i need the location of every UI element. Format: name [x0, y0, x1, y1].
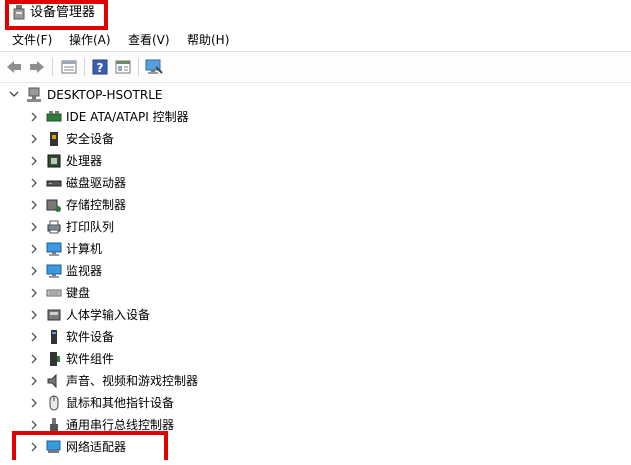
- disk-drive-icon: [46, 175, 62, 191]
- tree-item-label: 计算机: [66, 242, 103, 256]
- chevron-right-icon[interactable]: [28, 282, 40, 304]
- tree-item-label: 安全设备: [66, 132, 115, 146]
- chevron-right-icon[interactable]: [28, 326, 40, 348]
- tree-item[interactable]: 打印队列: [0, 216, 631, 238]
- tree-item-label: 磁盘驱动器: [66, 176, 127, 190]
- tree-root-label: DESKTOP-HSOTRLE: [47, 88, 163, 102]
- security-device-icon: [46, 131, 62, 147]
- menu-bar: 文件(F) 操作(A) 查看(V) 帮助(H): [0, 30, 631, 50]
- tree-item-label: 软件设备: [66, 330, 115, 344]
- computer-icon: [46, 241, 62, 257]
- title-highlight-box: [5, 0, 108, 30]
- network-adapter-highlight-box: [12, 431, 168, 460]
- tree-item[interactable]: 处理器: [0, 150, 631, 172]
- help-icon[interactable]: ?: [91, 58, 109, 76]
- tree-item[interactable]: 计算机: [0, 238, 631, 260]
- storage-controller-icon: [46, 197, 62, 213]
- properties-icon[interactable]: [60, 58, 78, 76]
- toolbar-separator: [138, 58, 139, 76]
- tree-item[interactable]: 键盘: [0, 282, 631, 304]
- tree-item[interactable]: 磁盘驱动器: [0, 172, 631, 194]
- sound-icon: [46, 373, 62, 389]
- chevron-right-icon[interactable]: [28, 392, 40, 414]
- print-queue-icon: [46, 219, 62, 235]
- tree-item[interactable]: 软件设备: [0, 326, 631, 348]
- computer-root-icon: [26, 87, 42, 103]
- chevron-right-icon[interactable]: [28, 128, 40, 150]
- forward-icon[interactable]: [28, 58, 46, 76]
- keyboard-icon: [46, 285, 62, 301]
- chevron-right-icon[interactable]: [28, 106, 40, 128]
- software-device-icon: [46, 329, 62, 345]
- ide-controller-icon: [46, 109, 62, 125]
- tree-item-label: 键盘: [66, 286, 91, 300]
- software-component-icon: [46, 351, 62, 367]
- tree-item-label: IDE ATA/ATAPI 控制器: [66, 110, 189, 124]
- toolbar: ?: [0, 51, 631, 83]
- tree-item[interactable]: 安全设备: [0, 128, 631, 150]
- processor-icon: [46, 153, 62, 169]
- chevron-right-icon[interactable]: [28, 260, 40, 282]
- tree-item[interactable]: 鼠标和其他指针设备: [0, 392, 631, 414]
- tree-item[interactable]: 软件组件: [0, 348, 631, 370]
- tree-item[interactable]: IDE ATA/ATAPI 控制器: [0, 106, 631, 128]
- tree-item-label: 存储控制器: [66, 198, 127, 212]
- toolbar-separator: [52, 58, 53, 76]
- monitor-icon: [46, 263, 62, 279]
- monitor-scan-icon[interactable]: [145, 58, 163, 76]
- back-icon[interactable]: [5, 58, 23, 76]
- chevron-right-icon[interactable]: [28, 194, 40, 216]
- tree-item-label: 监视器: [66, 264, 103, 278]
- tree-item[interactable]: 监视器: [0, 260, 631, 282]
- chevron-right-icon[interactable]: [28, 238, 40, 260]
- chevron-right-icon[interactable]: [28, 370, 40, 392]
- tree-item-label: 处理器: [66, 154, 103, 168]
- menu-view[interactable]: 查看(V): [128, 32, 170, 48]
- tree-item-label: 人体学输入设备: [66, 308, 151, 322]
- chevron-right-icon[interactable]: [28, 150, 40, 172]
- chevron-down-icon[interactable]: [8, 84, 20, 106]
- menu-help[interactable]: 帮助(H): [187, 32, 229, 48]
- tree-item[interactable]: 人体学输入设备: [0, 304, 631, 326]
- hid-icon: [46, 307, 62, 323]
- tree-item-label: 软件组件: [66, 352, 115, 366]
- tree-item-label: 鼠标和其他指针设备: [66, 396, 175, 410]
- tree-item-label: 声音、视频和游戏控制器: [66, 374, 199, 388]
- menu-action[interactable]: 操作(A): [69, 32, 111, 48]
- menu-file[interactable]: 文件(F): [12, 32, 52, 48]
- mouse-icon: [46, 395, 62, 411]
- tree-item[interactable]: 存储控制器: [0, 194, 631, 216]
- view-icon[interactable]: [114, 58, 132, 76]
- tree-root[interactable]: DESKTOP-HSOTRLE: [0, 84, 631, 106]
- tree-item[interactable]: 声音、视频和游戏控制器: [0, 370, 631, 392]
- tree-item-label: 打印队列: [66, 220, 115, 234]
- chevron-right-icon[interactable]: [28, 348, 40, 370]
- svg-text:?: ?: [97, 61, 104, 75]
- chevron-right-icon[interactable]: [28, 172, 40, 194]
- toolbar-separator: [84, 58, 85, 76]
- chevron-right-icon[interactable]: [28, 216, 40, 238]
- chevron-right-icon[interactable]: [28, 304, 40, 326]
